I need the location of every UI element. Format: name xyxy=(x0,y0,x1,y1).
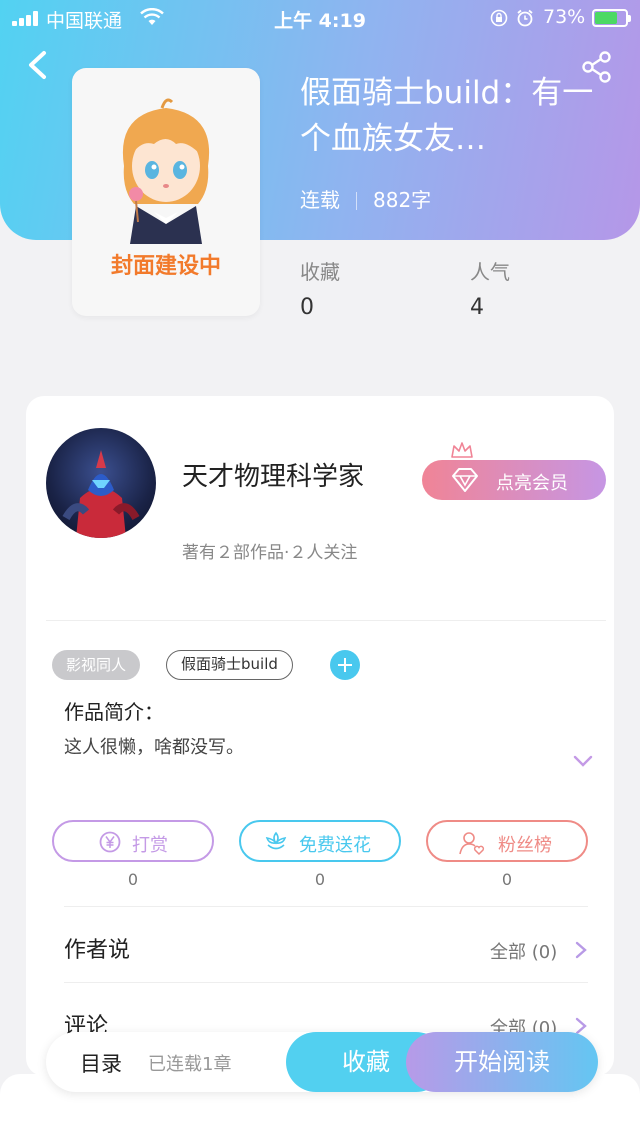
popularity-stat: 人气 4 xyxy=(470,256,510,320)
book-meta: 连载 882字 xyxy=(300,184,431,213)
send-flower-button[interactable]: 免费送花 xyxy=(239,820,401,862)
divider xyxy=(64,906,588,907)
divider xyxy=(64,982,588,983)
send-flower-label: 免费送花 xyxy=(299,835,371,856)
author-name[interactable]: 天才物理科学家 xyxy=(182,456,364,493)
vip-membership-button[interactable]: 点亮会员 xyxy=(422,460,606,500)
book-cover[interactable]: 封面建设中 xyxy=(72,68,260,316)
reward-button[interactable]: 打赏 xyxy=(52,820,214,862)
cover-placeholder-illustration xyxy=(122,98,210,244)
stat-value: 4 xyxy=(470,295,484,320)
stat-value: 0 xyxy=(300,295,314,320)
flower-icon xyxy=(265,831,287,850)
chapter-status: 已连载1章 xyxy=(148,1054,232,1075)
reward-label: 打赏 xyxy=(132,835,168,856)
crown-icon xyxy=(451,442,473,458)
author-stats: 著有２部作品·２人关注 xyxy=(182,543,358,563)
fan-ranking-label: 粉丝榜 xyxy=(498,835,552,856)
book-title: 假面骑士build：有一个血族女友… xyxy=(300,75,594,157)
reward-count: 0 xyxy=(127,870,139,889)
chevron-down-icon[interactable] xyxy=(571,752,595,770)
meta-divider xyxy=(356,192,357,210)
author-notes-all-link[interactable]: 全部 (0) xyxy=(490,938,557,964)
add-tag-button[interactable] xyxy=(330,650,360,680)
fan-ranking-button[interactable]: 粉丝榜 xyxy=(426,820,588,862)
category-tag[interactable]: 影视同人 xyxy=(52,650,141,680)
work-tag[interactable]: 假面骑士build xyxy=(166,650,293,680)
fan-count: 0 xyxy=(501,870,513,889)
avatar-image xyxy=(62,450,140,538)
intro-text: 这人很懒，啥都没写。 xyxy=(64,737,244,758)
fan-person-icon xyxy=(459,832,485,856)
intro-heading: 作品简介： xyxy=(64,700,164,724)
author-avatar[interactable] xyxy=(46,428,156,538)
alarm-icon xyxy=(517,9,533,27)
yen-coin-icon xyxy=(99,831,121,853)
stat-label: 人气 xyxy=(470,260,510,284)
author-notes-title: 作者说 xyxy=(64,938,131,963)
battery-percent: 73% xyxy=(543,6,586,28)
divider xyxy=(46,620,606,621)
word-count: 882字 xyxy=(373,188,432,212)
battery-icon xyxy=(592,9,631,27)
start-reading-button[interactable]: 开始阅读 xyxy=(406,1032,598,1092)
back-arrow-icon[interactable] xyxy=(22,48,52,82)
cover-placeholder-text: 封面建设中 xyxy=(110,254,221,279)
stat-label: 收藏 xyxy=(300,260,340,284)
status-bar: 中国联通 上午 4:19 73% xyxy=(0,0,640,36)
table-of-contents-button[interactable]: 目录 xyxy=(80,1048,122,1078)
serial-status: 连载 xyxy=(300,188,340,212)
diamond-icon xyxy=(452,468,478,492)
chevron-right-icon[interactable] xyxy=(574,940,588,960)
rotation-lock-icon xyxy=(490,9,508,27)
flower-count: 0 xyxy=(314,870,326,889)
favorites-stat: 收藏 0 xyxy=(300,256,340,320)
vip-button-label: 点亮会员 xyxy=(496,473,568,494)
